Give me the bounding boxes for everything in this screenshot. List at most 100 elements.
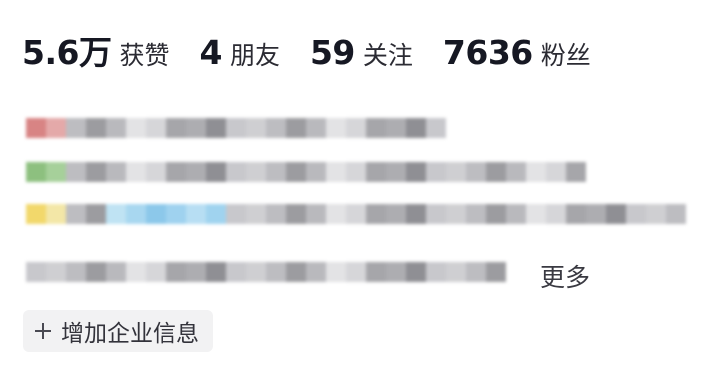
- stat-followers-label: 粉丝: [540, 41, 591, 70]
- mosaic-block: [666, 204, 686, 224]
- stat-likes[interactable]: 5.6万 获赞: [22, 26, 169, 74]
- mosaic-block: [506, 162, 526, 182]
- mosaic-block: [366, 204, 386, 224]
- mosaic-block: [326, 162, 346, 182]
- mosaic-block: [426, 204, 446, 224]
- add-company-info-label: 增加企业信息: [61, 321, 199, 347]
- mosaic-block: [126, 118, 146, 138]
- mosaic-block: [86, 204, 106, 224]
- mosaic-block: [426, 262, 446, 282]
- mosaic-block: [466, 204, 486, 224]
- mosaic-block: [486, 204, 506, 224]
- mosaic-block: [326, 262, 346, 282]
- mosaic-block: [246, 204, 266, 224]
- mosaic-block: [386, 162, 406, 182]
- mosaic-block: [306, 118, 326, 138]
- mosaic-block: [206, 162, 226, 182]
- mosaic-block: [426, 162, 446, 182]
- stat-friends[interactable]: 4 朋友: [199, 33, 279, 72]
- stat-following-label: 关注: [362, 41, 413, 70]
- mosaic-block: [486, 162, 506, 182]
- mosaic-block: [286, 162, 306, 182]
- mosaic-block: [406, 204, 426, 224]
- mosaic-block: [246, 118, 266, 138]
- mosaic-block: [106, 262, 126, 282]
- bio-line-4: [26, 262, 506, 282]
- mosaic-block: [66, 162, 86, 182]
- bio-line-2: [26, 162, 586, 182]
- mosaic-block: [46, 118, 66, 138]
- mosaic-block: [446, 162, 466, 182]
- mosaic-block: [286, 262, 306, 282]
- mosaic-block: [266, 162, 286, 182]
- mosaic-block: [446, 204, 466, 224]
- mosaic-block: [566, 204, 586, 224]
- mosaic-block: [646, 204, 666, 224]
- mosaic-block: [386, 118, 406, 138]
- mosaic-block: [86, 262, 106, 282]
- mosaic-block: [326, 118, 346, 138]
- add-company-info-button[interactable]: 增加企业信息: [23, 310, 213, 352]
- mosaic-block: [366, 118, 386, 138]
- mosaic-block: [306, 204, 326, 224]
- mosaic-block: [66, 118, 86, 138]
- mosaic-block: [166, 204, 186, 224]
- mosaic-block: [166, 162, 186, 182]
- profile-stats: 5.6万 获赞 4 朋友 59 关注 7636 粉丝: [22, 26, 621, 72]
- mosaic-block: [26, 262, 46, 282]
- mosaic-block: [26, 204, 46, 224]
- mosaic-block: [186, 118, 206, 138]
- mosaic-block: [106, 204, 126, 224]
- mosaic-block: [26, 162, 46, 182]
- mosaic-block: [566, 162, 586, 182]
- mosaic-block: [166, 118, 186, 138]
- mosaic-block: [106, 118, 126, 138]
- mosaic-block: [266, 262, 286, 282]
- mosaic-block: [306, 262, 326, 282]
- mosaic-block: [246, 262, 266, 282]
- mosaic-block: [86, 118, 106, 138]
- stat-following[interactable]: 59 关注: [310, 33, 413, 72]
- mosaic-block: [626, 204, 646, 224]
- mosaic-block: [226, 162, 246, 182]
- mosaic-block: [66, 262, 86, 282]
- mosaic-block: [26, 118, 46, 138]
- stat-following-value: 59: [309, 33, 355, 72]
- mosaic-block: [406, 262, 426, 282]
- mosaic-block: [286, 118, 306, 138]
- mosaic-block: [546, 204, 566, 224]
- mosaic-block: [66, 204, 86, 224]
- mosaic-block: [526, 204, 546, 224]
- mosaic-block: [466, 262, 486, 282]
- mosaic-block: [186, 162, 206, 182]
- mosaic-block: [346, 118, 366, 138]
- mosaic-block: [206, 204, 226, 224]
- plus-icon: [35, 323, 51, 339]
- mosaic-block: [526, 162, 546, 182]
- mosaic-block: [266, 118, 286, 138]
- mosaic-block: [126, 162, 146, 182]
- mosaic-block: [186, 262, 206, 282]
- mosaic-block: [466, 162, 486, 182]
- mosaic-block: [366, 262, 386, 282]
- mosaic-block: [346, 204, 366, 224]
- more-link[interactable]: 更多: [540, 258, 590, 294]
- mosaic-block: [166, 262, 186, 282]
- stat-followers[interactable]: 7636 粉丝: [443, 33, 591, 72]
- bio-line-1: [26, 118, 446, 138]
- mosaic-block: [146, 162, 166, 182]
- mosaic-block: [206, 118, 226, 138]
- mosaic-block: [226, 262, 246, 282]
- mosaic-block: [126, 262, 146, 282]
- mosaic-block: [46, 204, 66, 224]
- stat-likes-value: 5.6万: [22, 33, 112, 72]
- mosaic-block: [446, 262, 466, 282]
- mosaic-block: [226, 204, 246, 224]
- mosaic-block: [306, 162, 326, 182]
- pixelated-bio-text: [26, 118, 696, 288]
- mosaic-block: [506, 204, 526, 224]
- mosaic-block: [86, 162, 106, 182]
- mosaic-block: [406, 118, 426, 138]
- mosaic-block: [346, 262, 366, 282]
- stat-likes-label: 获赞: [119, 41, 170, 70]
